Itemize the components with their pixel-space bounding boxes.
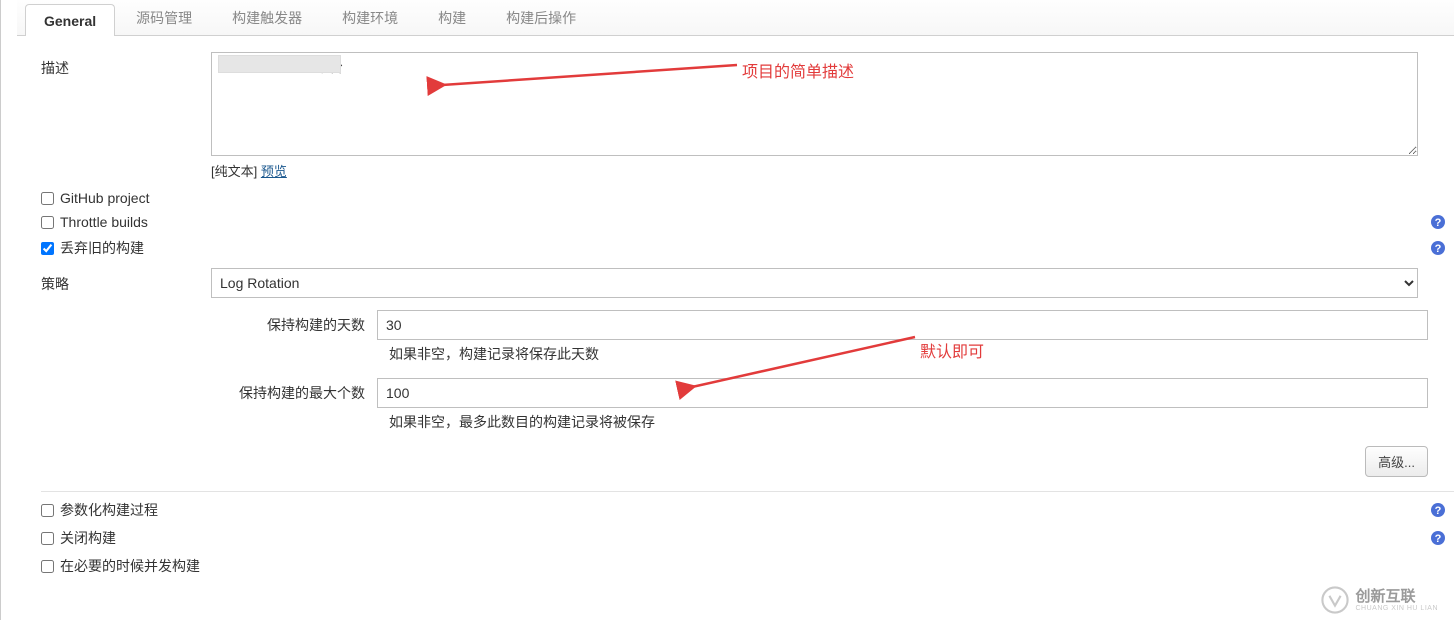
help-icon[interactable]: ?: [1430, 214, 1446, 230]
watermark-sub: CHUANG XIN HU LIAN: [1355, 605, 1438, 612]
watermark-title: 创新互联: [1355, 589, 1438, 604]
throttle-builds-checkbox[interactable]: [41, 216, 54, 229]
strategy-label: 策略: [41, 268, 211, 294]
max-to-keep-input[interactable]: [377, 378, 1428, 408]
disable-build-checkbox[interactable]: [41, 532, 54, 545]
svg-text:?: ?: [1435, 243, 1442, 255]
throttle-builds-label: Throttle builds: [60, 214, 148, 230]
section-divider: [41, 491, 1454, 492]
help-icon[interactable]: ?: [1430, 502, 1446, 518]
concurrent-build-checkbox[interactable]: [41, 560, 54, 573]
watermark: 创新互联 CHUANG XIN HU LIAN: [1321, 586, 1438, 614]
github-project-label: GitHub project: [60, 190, 149, 206]
svg-text:?: ?: [1435, 217, 1442, 229]
github-project-checkbox[interactable]: [41, 192, 54, 205]
description-textarea[interactable]: [211, 52, 1418, 156]
param-build-row: 参数化构建过程 ?: [17, 496, 1454, 524]
max-to-keep-label: 保持构建的最大个数: [227, 383, 377, 403]
svg-text:?: ?: [1435, 505, 1442, 517]
max-to-keep-hint: 如果非空，最多此数目的构建记录将被保存: [17, 408, 1454, 440]
tab-scm[interactable]: 源码管理: [117, 0, 211, 35]
help-icon[interactable]: ?: [1430, 530, 1446, 546]
redaction-overlay: [218, 55, 341, 73]
disable-build-row: 关闭构建 ?: [17, 524, 1454, 552]
description-mode: [纯文本] 预览: [211, 161, 1418, 180]
config-tab-strip: General 源码管理 构建触发器 构建环境 构建 构建后操作: [17, 0, 1454, 36]
tab-post[interactable]: 构建后操作: [487, 0, 595, 35]
svg-text:?: ?: [1435, 533, 1442, 545]
throttle-builds-row: Throttle builds ?: [17, 210, 1454, 234]
advanced-button[interactable]: 高级...: [1365, 446, 1428, 477]
concurrent-build-label: 在必要的时候并发构建: [60, 556, 200, 576]
strategy-select[interactable]: Log Rotation: [211, 268, 1418, 298]
discard-old-label: 丢弃旧的构建: [60, 238, 144, 258]
disable-build-label: 关闭构建: [60, 528, 116, 548]
watermark-logo-icon: [1321, 586, 1349, 614]
days-to-keep-label: 保持构建的天数: [227, 315, 377, 335]
description-label: 描述: [41, 52, 211, 78]
tab-build[interactable]: 构建: [419, 0, 485, 35]
preview-link[interactable]: 预览: [261, 164, 287, 179]
plaintext-label: [纯文本]: [211, 164, 261, 179]
help-icon[interactable]: ?: [1430, 240, 1446, 256]
param-build-label: 参数化构建过程: [60, 500, 158, 520]
tab-general[interactable]: General: [25, 4, 115, 36]
discard-old-checkbox[interactable]: [41, 242, 54, 255]
days-to-keep-hint: 如果非空，构建记录将保存此天数: [17, 340, 1454, 372]
github-project-row: GitHub project: [17, 186, 1454, 210]
days-to-keep-input[interactable]: [377, 310, 1428, 340]
concurrent-build-row: 在必要的时候并发构建: [17, 552, 1454, 580]
tab-triggers[interactable]: 构建触发器: [213, 0, 321, 35]
discard-old-row: 丢弃旧的构建 ?: [17, 234, 1454, 262]
param-build-checkbox[interactable]: [41, 504, 54, 517]
tab-env[interactable]: 构建环境: [323, 0, 417, 35]
